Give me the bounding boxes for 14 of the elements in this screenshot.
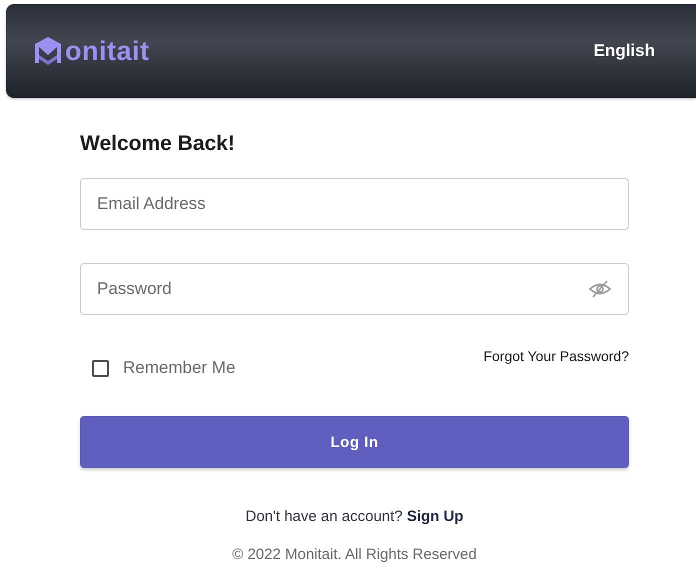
signup-prompt: Don't have an account? Sign Up [246,508,464,525]
password-field[interactable]: Password [80,263,629,315]
checkbox-label: Remember Me [123,358,236,378]
signup-link[interactable]: Sign Up [406,508,464,525]
logo-text: onitait [65,36,150,66]
email-field[interactable]: Email Address [80,178,629,230]
login-button[interactable]: Log In [80,416,629,468]
logo-icon [32,35,64,67]
hidden-eye-icon[interactable] [588,279,612,299]
language-selector[interactable]: English [594,41,655,61]
checkbox[interactable] [92,360,109,376]
forgot-password-link[interactable]: Forgot Your Password? [483,348,629,364]
page-title: Welcome Back! [80,132,236,156]
copyright-text: © 2022 Monitait. All Rights Reserved [232,546,477,563]
